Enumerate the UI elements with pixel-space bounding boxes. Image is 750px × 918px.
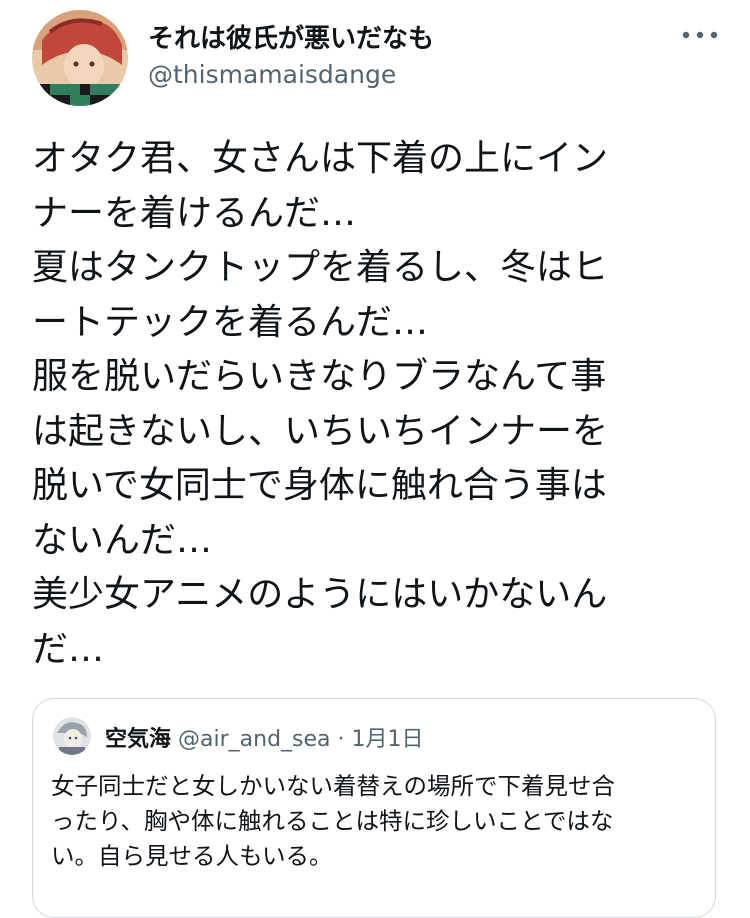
tweet-line: 夏はタンクトップを着るし、冬はヒ [32,247,609,288]
tweet-line: 服を脱いだらいきなりブラなんて事 [32,356,607,397]
more-dots-icon [682,31,718,39]
quote-date: 1月1日 [351,727,424,752]
author-handle[interactable]: @thismamaisdange [148,60,396,89]
quote-handle: @air_and_sea [178,727,331,752]
tweet-line: ナーを着けるんだ… [32,192,357,234]
tweet-line: ないんだ… [32,519,213,561]
quote-text: 女子同士だと女しかいない着替えの場所で下着見せ合 ったり、胸や体に触れることは特… [51,769,701,874]
quote-line: ったり、胸や体に触れることは特に珍しいことではな [51,807,614,835]
author-display-name[interactable]: それは彼氏が悪いだなも [148,18,434,55]
quote-line: 女子同士だと女しかいない着替えの場所で下着見せ合 [51,772,615,800]
avatar-image [32,10,128,106]
quote-separator: · [337,727,345,752]
quote-avatar-image [53,717,91,755]
avatar[interactable] [32,10,128,106]
tweet-line: 美少女アニメのようにはいかないん [32,574,608,615]
quote-avatar [53,717,91,755]
tweet-line: オタク君、女さんは下着の上にイン [32,138,609,179]
quote-display-name: 空気海 [105,727,172,752]
more-options-button[interactable] [676,22,726,48]
tweet-line: だ… [32,628,105,670]
tweet-line: は起きないし、いちいちインナーを [32,410,609,452]
tweet-text: オタク君、女さんは下着の上にイン ナーを着けるんだ… 夏はタンクトップを着るし、… [32,132,712,677]
tweet-line: 脱いで女同士で身体に触れ合う事は [32,465,607,506]
quote-line: い。自ら見せる人もいる。 [51,842,333,870]
quoted-tweet-card[interactable]: 空気海 @air_and_sea · 1月1日 女子同士だと女しかいない着替えの… [32,698,716,918]
tweet-line: ートテックを着るんだ… [32,301,429,343]
quote-header: 空気海 @air_and_sea · 1月1日 [105,721,424,753]
